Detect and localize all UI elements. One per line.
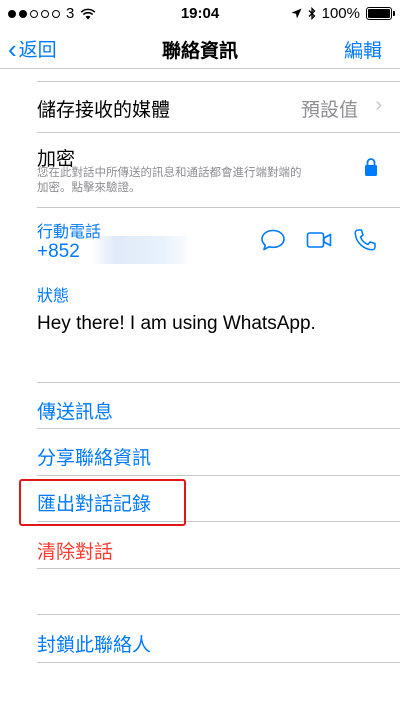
encryption-description: 您在此對話中所傳送的訊息和通話都會進行端對端的加密。點擊來驗證。 (37, 167, 302, 194)
highlight-annotation (19, 479, 186, 526)
save-media-row[interactable]: 儲存接收的媒體 預設值 › (37, 82, 400, 133)
location-arrow-icon (291, 8, 302, 19)
phone-icon[interactable] (352, 228, 378, 252)
chevron-right-icon: › (375, 94, 382, 116)
share-contact-button[interactable]: 分享聯絡資訊 (37, 443, 151, 470)
block-contact-button[interactable]: 封鎖此聯絡人 (37, 630, 151, 657)
phone-section: 行動電話 +852 (37, 218, 400, 268)
divider (37, 662, 400, 663)
divider (37, 428, 400, 429)
status-bar: 3 19:04 100% (0, 0, 400, 28)
divider (37, 568, 400, 569)
battery-percent: 100% (321, 5, 360, 22)
divider (37, 475, 400, 476)
about-text: Hey there! I am using WhatsApp. (37, 313, 316, 334)
phone-number[interactable]: +852 (37, 241, 80, 263)
edit-button[interactable]: 編輯 (344, 36, 382, 63)
send-message-button[interactable]: 傳送訊息 (37, 397, 113, 424)
bluetooth-icon (308, 7, 316, 20)
redacted-number (91, 236, 187, 264)
lock-icon (365, 158, 377, 176)
page-title: 聯絡資訊 (161, 41, 238, 62)
navigation-bar: ‹ 返回 聯絡資訊 編輯 (0, 28, 400, 69)
encryption-row[interactable]: 加密 您在此對話中所傳送的訊息和通話都會進行端對端的加密。點擊來驗證。 (37, 133, 400, 208)
save-media-value: 預設值 (300, 100, 358, 121)
message-bubble-icon[interactable] (260, 228, 286, 252)
about-label: 狀態 (37, 288, 70, 305)
save-media-label: 儲存接收的媒體 (37, 100, 171, 121)
divider (37, 382, 400, 383)
about-section: 狀態 Hey there! I am using WhatsApp. (37, 282, 400, 335)
divider (37, 614, 400, 615)
clear-chat-button[interactable]: 清除對話 (37, 537, 113, 564)
phone-actions (240, 228, 378, 252)
status-right: 100% (285, 5, 395, 22)
battery-icon (366, 7, 395, 20)
video-camera-icon[interactable] (306, 228, 332, 252)
